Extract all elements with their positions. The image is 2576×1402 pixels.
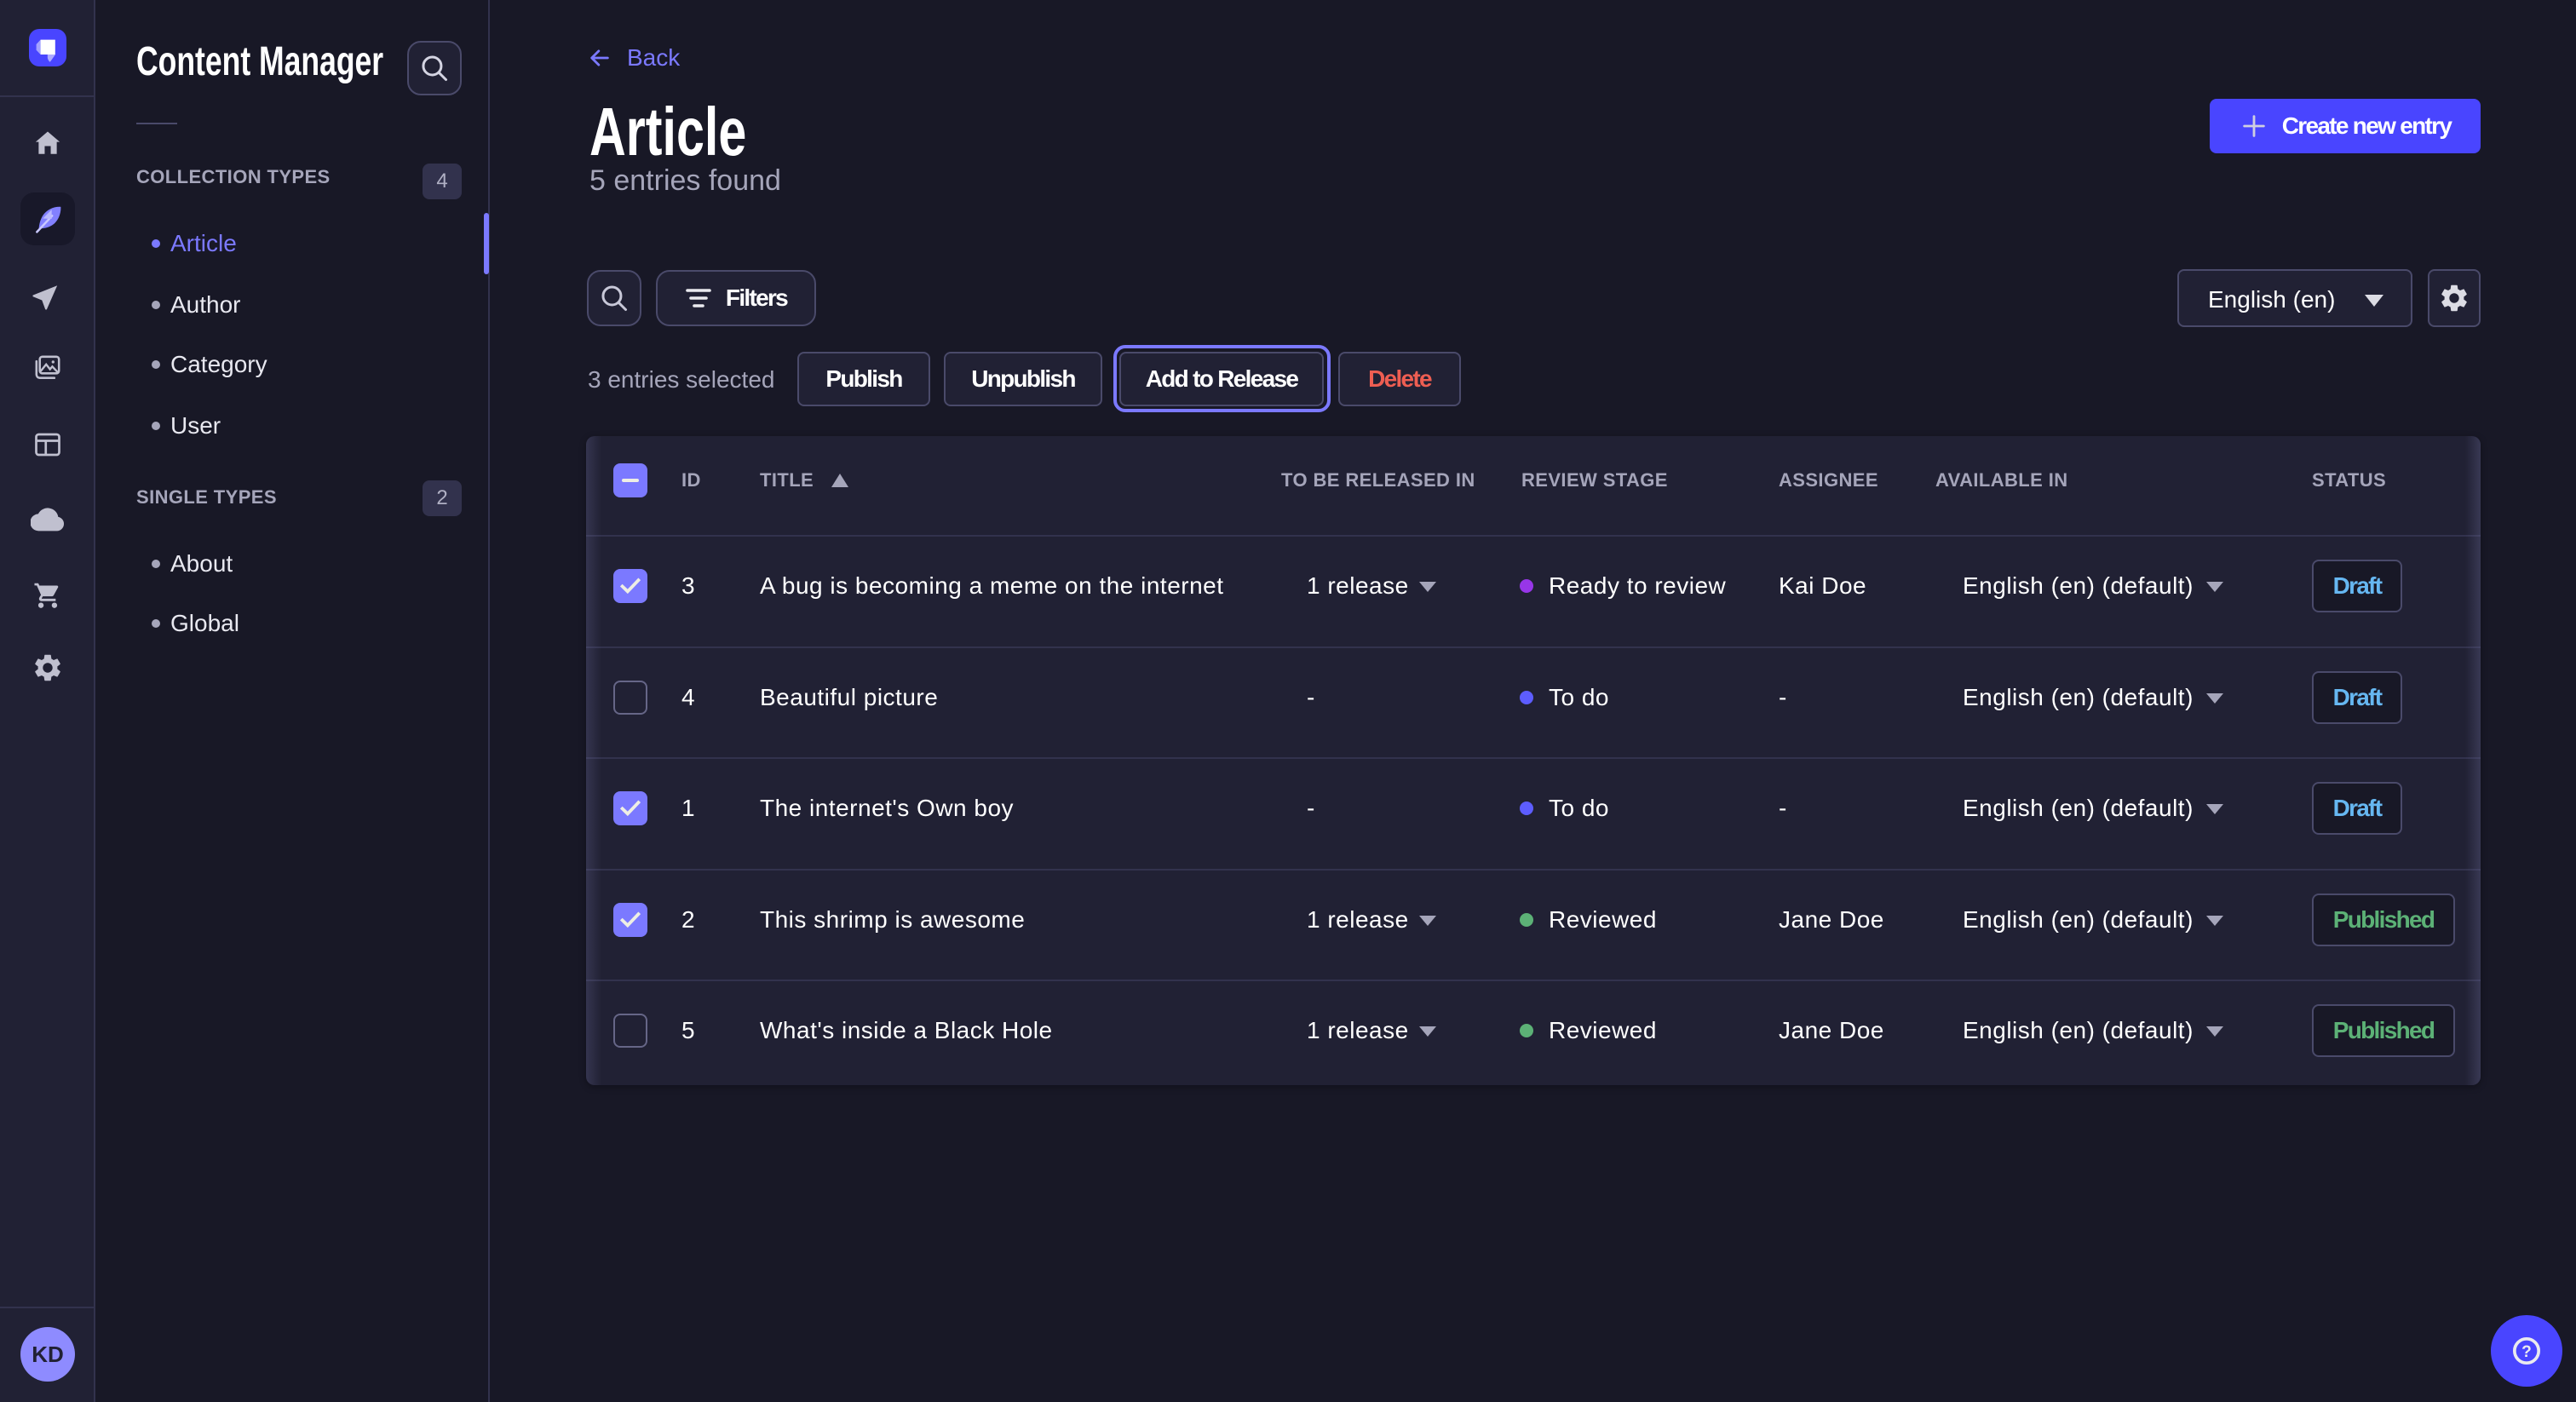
svg-text:?: ? xyxy=(2521,1343,2532,1361)
